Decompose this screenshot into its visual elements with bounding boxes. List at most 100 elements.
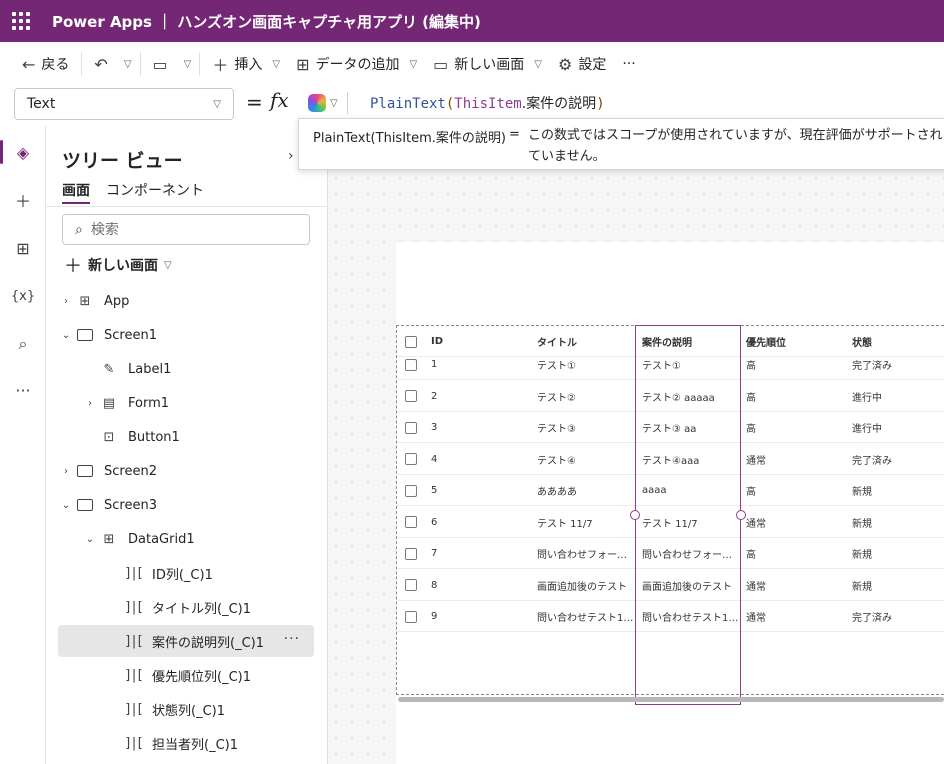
- tree-node-label: 担当者列(_C)1: [152, 737, 238, 753]
- cell-title: テスト②: [537, 392, 576, 404]
- row-checkbox[interactable]: [405, 601, 417, 632]
- insert-plus-icon[interactable]: ＋: [0, 180, 46, 220]
- label-edit-icon: ✎: [103, 361, 115, 377]
- chevron-right-icon[interactable]: ›: [288, 148, 294, 164]
- tab-underline: [62, 202, 90, 204]
- cell-priority: 通常: [746, 455, 766, 467]
- tree-node-app[interactable]: › ⊞ App: [58, 285, 314, 317]
- more-icon[interactable]: ···: [0, 370, 46, 410]
- chevron-right-icon[interactable]: ›: [58, 296, 74, 307]
- paste-dropdown[interactable]: ▽: [176, 48, 196, 80]
- tree-view-title: ツリー ビュー: [62, 150, 183, 172]
- row-checkbox[interactable]: [405, 349, 417, 380]
- variables-icon[interactable]: {x}: [0, 276, 46, 316]
- row-checkbox[interactable]: [405, 444, 417, 475]
- tree-node-label1[interactable]: ✎ Label1: [58, 353, 314, 385]
- tree-search[interactable]: ⌕: [62, 214, 310, 245]
- row-checkbox[interactable]: [405, 381, 417, 412]
- cell-id: 9: [431, 611, 438, 622]
- row-checkbox[interactable]: [405, 538, 417, 569]
- left-rail: ◈ ＋ ⊞ {x} ⌕ ···: [0, 126, 46, 764]
- new-screen-label: 新しい画面: [88, 258, 158, 274]
- column-icon: ]|[: [124, 565, 143, 581]
- tree-node-column-priority[interactable]: ]|[ 優先順位列(_C)1: [58, 659, 314, 691]
- data-table-icon[interactable]: ⊞: [0, 228, 46, 268]
- app-launcher-icon[interactable]: [0, 0, 42, 42]
- tree-node-datagrid1[interactable]: ⌄ ⊞ DataGrid1: [58, 523, 314, 555]
- property-dropdown[interactable]: Text ▽: [14, 88, 234, 120]
- resize-handle-right[interactable]: [736, 510, 746, 520]
- chevron-right-icon[interactable]: ›: [58, 466, 74, 477]
- tree-view-layers-icon[interactable]: ◈: [0, 132, 46, 172]
- cell-title: テスト③: [537, 424, 576, 435]
- button-icon: ⊡: [103, 429, 115, 445]
- row-checkbox[interactable]: [405, 412, 417, 443]
- cell-id: 5: [431, 485, 438, 496]
- row-checkbox[interactable]: [405, 475, 417, 506]
- back-label: 戻る: [41, 57, 70, 73]
- tree-node-label: Button1: [128, 429, 180, 445]
- new-screen-menu[interactable]: ＋ 新しい画面 ▽: [64, 252, 172, 278]
- undo-dropdown[interactable]: ▽: [116, 48, 136, 80]
- cell-status: 完了済み: [852, 613, 892, 624]
- chevron-down-icon: ▽: [330, 97, 338, 109]
- horizontal-scrollbar[interactable]: [398, 697, 944, 702]
- tree-node-screen3[interactable]: ⌄ Screen3: [58, 489, 314, 521]
- undo-button[interactable]: ↶: [86, 48, 115, 80]
- cell-id: 8: [431, 579, 438, 591]
- title-bar: Power Apps ｜ ハンズオン画面キャプチャ用アプリ (編集中): [0, 0, 944, 42]
- more-commands-button[interactable]: ···: [614, 48, 643, 80]
- cell-id: 4: [431, 453, 438, 465]
- tree-node-label: タイトル列(_C)1: [152, 601, 251, 617]
- chevron-down-icon[interactable]: ⌄: [58, 500, 74, 511]
- insert-label: 挿入: [234, 57, 263, 73]
- more-options-button[interactable]: ···: [284, 631, 300, 647]
- insert-button[interactable]: ＋ 挿入 ▽: [204, 48, 288, 80]
- paste-button[interactable]: ▭: [145, 48, 176, 80]
- row-checkbox[interactable]: [405, 570, 417, 601]
- cell-title: テスト①: [537, 361, 576, 372]
- chevron-down-icon: ▽: [213, 98, 221, 110]
- cell-id: 2: [431, 390, 438, 402]
- formula-input[interactable]: ▽ PlainText(ThisItem.案件の説明): [298, 86, 944, 120]
- tab-screens[interactable]: 画面: [62, 180, 90, 200]
- fx-icon: fx: [270, 88, 289, 112]
- tree-node-column-status[interactable]: ]|[ 状態列(_C)1: [58, 693, 314, 725]
- new-screen-button[interactable]: ▭ 新しい画面 ▽: [425, 48, 550, 80]
- column-icon: ]|[: [124, 633, 143, 649]
- add-data-button[interactable]: ⊞ データの追加 ▽: [288, 48, 425, 80]
- formula-text[interactable]: PlainText(ThisItem.案件の説明): [370, 93, 605, 113]
- chevron-right-icon[interactable]: ›: [82, 398, 98, 409]
- cell-status: 完了済み: [852, 361, 892, 372]
- cell-id: 3: [431, 422, 438, 433]
- tree-node-label: App: [104, 293, 130, 309]
- tree-node-column-assignee[interactable]: ]|[ 担当者列(_C)1: [58, 727, 314, 759]
- tree-node-column-id[interactable]: ]|[ ID列(_C)1: [58, 557, 314, 589]
- chevron-down-icon: ▽: [123, 58, 132, 70]
- resize-handle-left[interactable]: [630, 510, 640, 520]
- search-icon[interactable]: ⌕: [0, 324, 46, 364]
- tree-node-screen1[interactable]: ⌄ Screen1: [58, 319, 314, 351]
- tree-node-button1[interactable]: ⊡ Button1: [58, 421, 314, 453]
- settings-button[interactable]: ⚙ 設定: [550, 48, 614, 80]
- more-icon: ···: [622, 56, 636, 72]
- chevron-down-icon[interactable]: ⌄: [58, 330, 74, 341]
- row-checkbox[interactable]: [405, 507, 417, 538]
- copilot-button[interactable]: ▽: [308, 92, 348, 114]
- search-input[interactable]: [90, 221, 291, 238]
- tree-node-column-description[interactable]: ]|[ 案件の説明列(_C)1 ···: [58, 625, 314, 657]
- arrow-left-icon: ←: [22, 54, 36, 74]
- chevron-down-icon[interactable]: ⌄: [82, 534, 98, 545]
- tree-node-screen2[interactable]: › Screen2: [58, 455, 314, 487]
- formula-paren: ): [596, 96, 605, 112]
- plus-icon: ＋: [212, 56, 229, 75]
- chevron-down-icon: ▽: [183, 58, 192, 70]
- tab-components[interactable]: コンポーネント: [106, 180, 204, 200]
- chevron-down-icon: ▽: [272, 58, 281, 70]
- cell-title: テスト④: [537, 455, 576, 467]
- app-icon: ⊞: [79, 293, 91, 309]
- back-button[interactable]: ← 戻る: [14, 48, 77, 80]
- tree-node-column-title[interactable]: ]|[ タイトル列(_C)1: [58, 591, 314, 623]
- tree-node-form1[interactable]: › ▤ Form1: [58, 387, 314, 419]
- cell-title: テスト 11/7: [537, 518, 593, 530]
